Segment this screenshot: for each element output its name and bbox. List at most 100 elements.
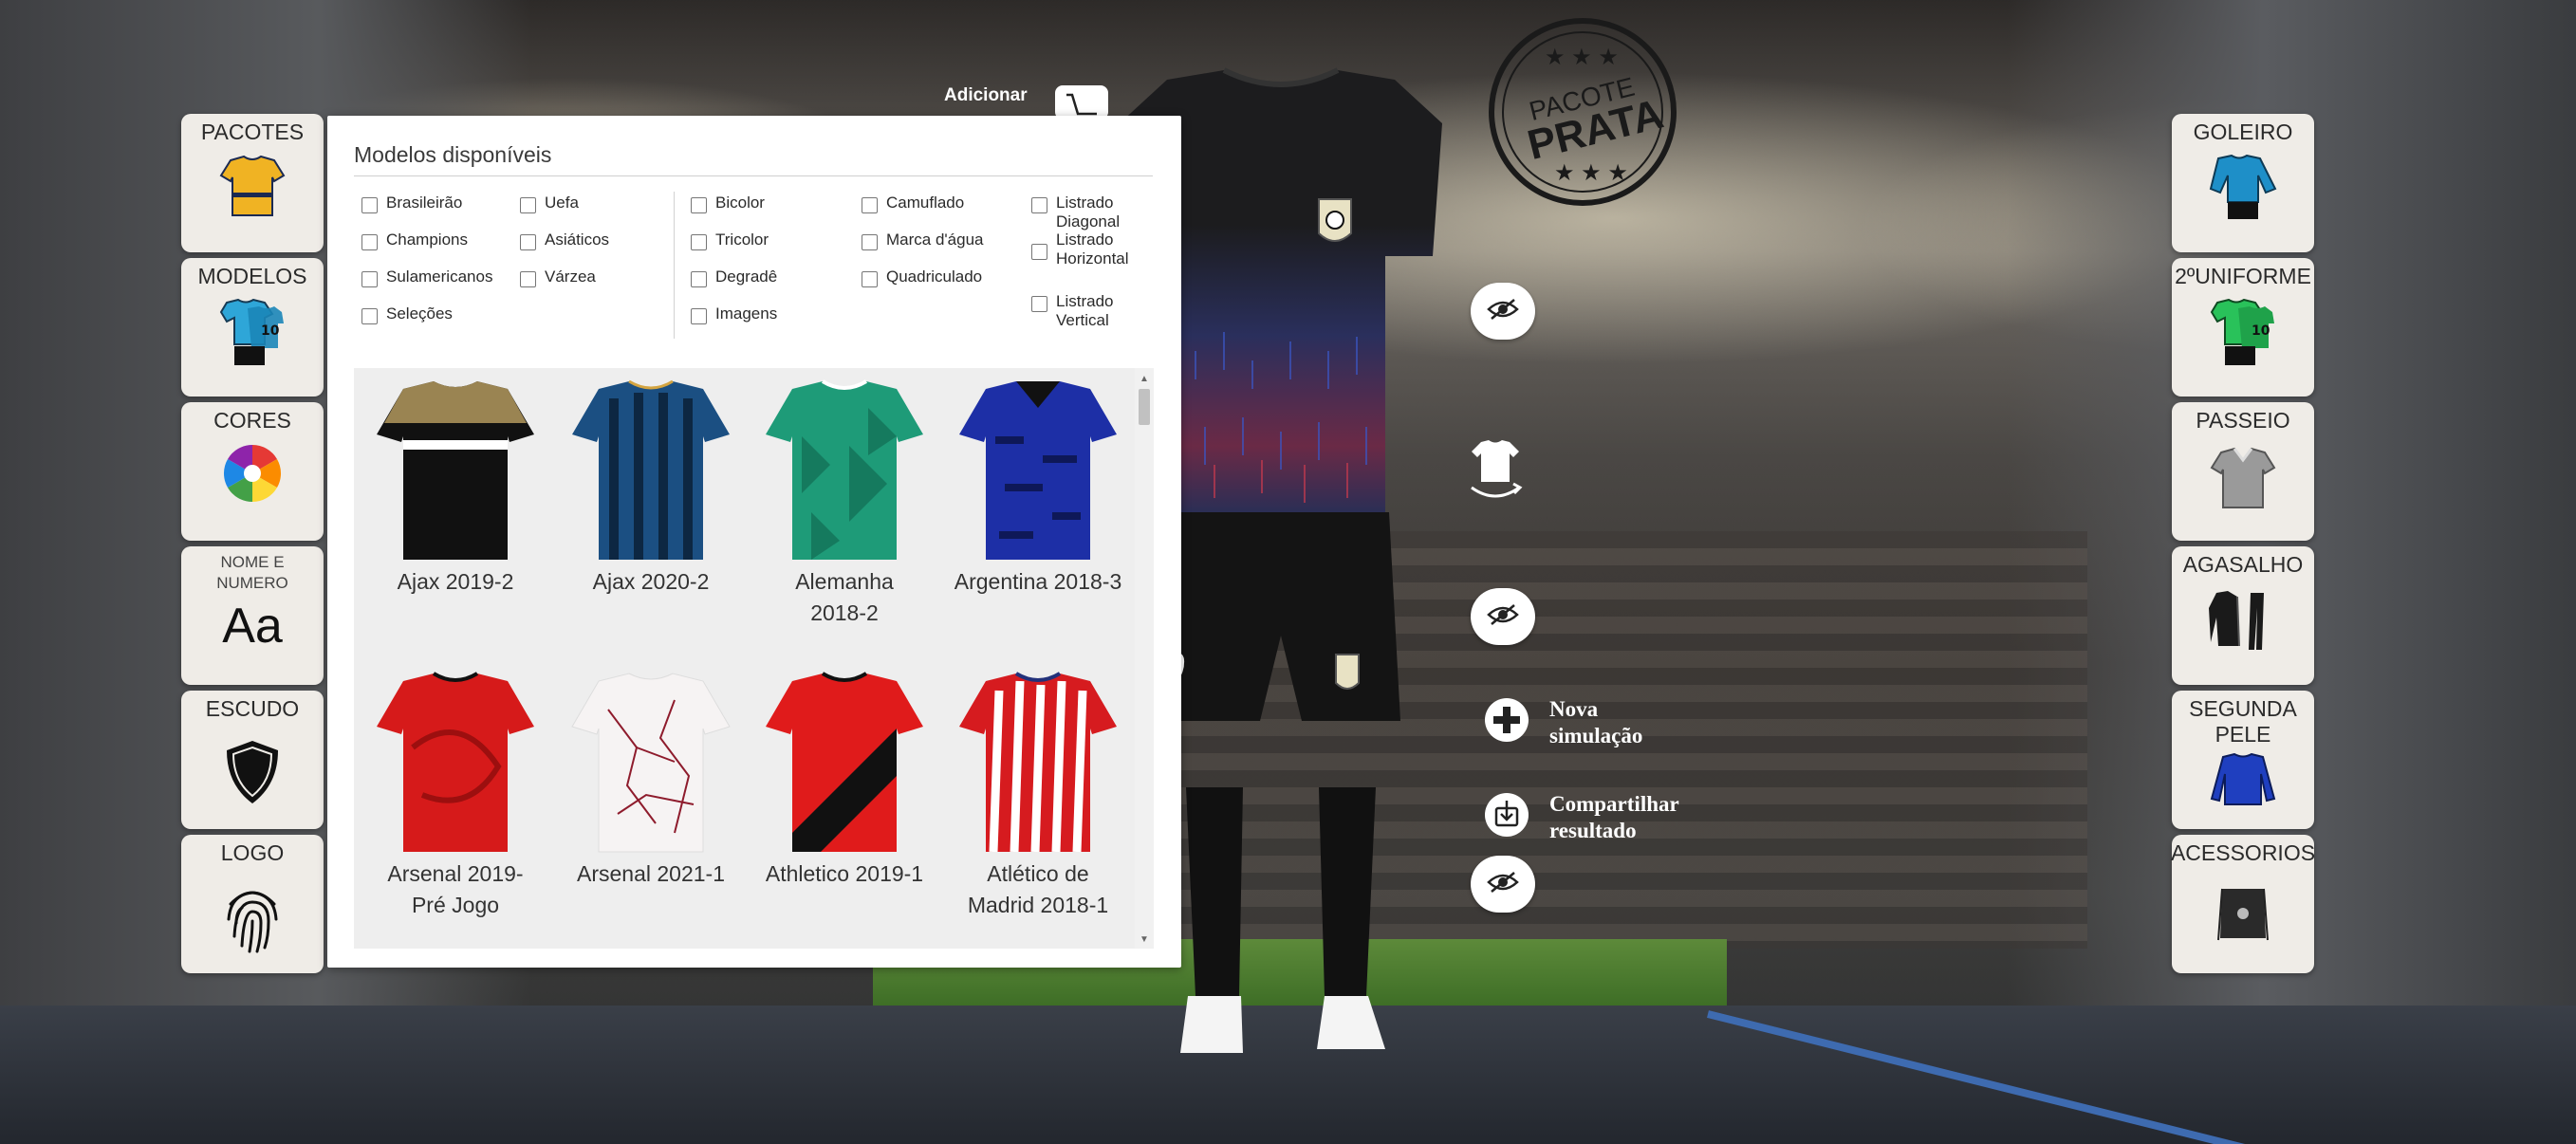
checkbox[interactable] bbox=[1031, 197, 1047, 213]
model-card-argentina-2018-3[interactable]: Argentina 2018-3 bbox=[948, 379, 1128, 598]
filter-varzea[interactable]: Várzea bbox=[520, 268, 596, 287]
filter-sulamericanos[interactable]: Sulamericanos bbox=[361, 268, 492, 287]
checkbox[interactable] bbox=[520, 197, 536, 213]
tracksuit-icon bbox=[2209, 589, 2277, 652]
add-to-cart-label[interactable]: Adicionar bbox=[944, 85, 1028, 106]
filter-asiaticos[interactable]: Asiáticos bbox=[520, 231, 609, 250]
tile-pacotes[interactable]: PACOTES bbox=[181, 114, 324, 252]
filter-label: Várzea bbox=[545, 268, 596, 286]
drawstring-bag-icon bbox=[2216, 883, 2270, 942]
checkbox[interactable] bbox=[520, 234, 536, 250]
filter-label: Degradê bbox=[715, 268, 778, 286]
filter-selecoes[interactable]: Seleções bbox=[361, 304, 453, 324]
panel-title: Modelos disponíveis bbox=[354, 142, 1153, 176]
checkbox[interactable] bbox=[520, 271, 536, 287]
model-name: Ajax 2020-2 bbox=[592, 569, 710, 594]
svg-text:★ ★ ★: ★ ★ ★ bbox=[1545, 45, 1619, 70]
eye-slash-icon bbox=[1487, 298, 1519, 325]
scroll-down-arrow-icon[interactable]: ▼ bbox=[1140, 934, 1149, 945]
checkbox[interactable] bbox=[862, 234, 878, 250]
filter-quadriculado[interactable]: Quadriculado bbox=[862, 268, 982, 287]
tile-nome-e-numero[interactable]: NOME E NUMERO Aa bbox=[181, 546, 324, 685]
toggle-shorts-visibility-button[interactable] bbox=[1471, 588, 1535, 645]
checkbox[interactable] bbox=[361, 234, 378, 250]
filter-listrado-diagonal[interactable]: Listrado Diagonal bbox=[1031, 194, 1168, 231]
model-name: Athletico 2019-1 bbox=[765, 861, 924, 886]
tile-2-uniforme[interactable]: 2ºUNIFORME 10 bbox=[2172, 258, 2314, 397]
checkbox[interactable] bbox=[1031, 296, 1047, 312]
tile-label: AGASALHO bbox=[2182, 552, 2304, 577]
checkbox[interactable] bbox=[361, 197, 378, 213]
model-card-atletico-de-madrid-2018-1[interactable]: Atlético de Madrid 2018-1 bbox=[948, 672, 1128, 921]
share-result-label: Compartilhar resultado bbox=[1549, 792, 1679, 842]
tile-acessorios[interactable]: ACESSORIOS bbox=[2171, 835, 2315, 973]
filter-marca-dagua[interactable]: Marca d'água bbox=[862, 231, 983, 250]
fingerprint-icon bbox=[223, 881, 282, 953]
new-simulation-button[interactable]: Nova simulação bbox=[1483, 696, 1673, 749]
filter-label: Listrado Diagonal bbox=[1056, 194, 1121, 231]
checkbox[interactable] bbox=[691, 234, 707, 250]
scroll-thumb[interactable] bbox=[1139, 389, 1150, 425]
checkbox[interactable] bbox=[862, 197, 878, 213]
checkbox[interactable] bbox=[691, 197, 707, 213]
tile-segunda-pele[interactable]: SEGUNDA PELE bbox=[2172, 691, 2314, 829]
tile-modelos[interactable]: MODELOS 10 bbox=[181, 258, 324, 397]
jersey-thumbnail bbox=[766, 672, 923, 852]
filter-bicolor[interactable]: Bicolor bbox=[691, 194, 765, 213]
filter-label: Champions bbox=[386, 231, 468, 249]
compression-shirt-icon bbox=[2210, 753, 2276, 806]
checkbox[interactable] bbox=[361, 271, 378, 287]
jersey-thumbnail bbox=[377, 381, 534, 560]
filter-label: Brasileirão bbox=[386, 194, 463, 212]
filter-label: Camuflado bbox=[886, 194, 965, 212]
tile-passeio[interactable]: PASSEIO bbox=[2172, 402, 2314, 541]
tile-cores[interactable]: CORES bbox=[181, 402, 324, 541]
models-grid: Ajax 2019-2 Ajax 2020-2 Alemanha 2018-2 bbox=[354, 368, 1154, 949]
shield-icon bbox=[223, 739, 282, 805]
checkbox[interactable] bbox=[361, 308, 378, 324]
model-card-athletico-2019-1[interactable]: Athletico 2019-1 bbox=[754, 672, 935, 890]
checkbox[interactable] bbox=[862, 271, 878, 287]
model-card-ajax-2019-2[interactable]: Ajax 2019-2 bbox=[365, 379, 546, 598]
model-card-ajax-2020-2[interactable]: Ajax 2020-2 bbox=[561, 379, 741, 598]
plus-circle-icon bbox=[1483, 696, 1530, 744]
models-scrollbar[interactable]: ▲ ▼ bbox=[1135, 368, 1154, 949]
model-name: Arsenal 2019-Pré Jogo bbox=[387, 861, 524, 917]
toggle-shirt-visibility-button[interactable] bbox=[1471, 283, 1535, 340]
tile-goleiro[interactable]: GOLEIRO bbox=[2172, 114, 2314, 252]
tile-label: 2ºUNIFORME bbox=[2175, 264, 2311, 288]
filter-imagens[interactable]: Imagens bbox=[691, 304, 777, 324]
tile-label: PASSEIO bbox=[2196, 408, 2290, 433]
filter-champions[interactable]: Champions bbox=[361, 231, 468, 250]
model-card-alemanha-2018-2[interactable]: Alemanha 2018-2 bbox=[754, 379, 935, 629]
rotate-kit-icon[interactable] bbox=[1466, 436, 1525, 503]
svg-text:★ ★ ★: ★ ★ ★ bbox=[1554, 160, 1628, 186]
font-aa-icon: Aa bbox=[222, 599, 283, 654]
checkbox[interactable] bbox=[691, 308, 707, 324]
jersey-thumbnail bbox=[572, 379, 730, 560]
checkbox[interactable] bbox=[1031, 244, 1047, 260]
tile-agasalho[interactable]: AGASALHO bbox=[2172, 546, 2314, 685]
toggle-socks-visibility-button[interactable] bbox=[1471, 856, 1535, 913]
filter-uefa[interactable]: Uefa bbox=[520, 194, 579, 213]
tile-logo[interactable]: LOGO bbox=[181, 835, 324, 973]
model-card-arsenal-2019-pre-jogo[interactable]: Arsenal 2019-Pré Jogo bbox=[365, 672, 546, 921]
share-result-button[interactable]: Compartilhar resultado bbox=[1483, 791, 1739, 844]
filter-degrade[interactable]: Degradê bbox=[691, 268, 777, 287]
eye-slash-icon bbox=[1487, 603, 1519, 631]
package-badge: ★ ★ ★ ★ ★ ★ PACOTE PRATA bbox=[1480, 9, 1689, 218]
svg-text:10: 10 bbox=[2252, 323, 2270, 339]
filter-listrado-horizontal[interactable]: Listrado Horizontal bbox=[1031, 231, 1164, 268]
scroll-up-arrow-icon[interactable]: ▲ bbox=[1140, 374, 1149, 384]
tile-label: PACOTES bbox=[200, 120, 305, 144]
filter-label: Listrado Horizontal bbox=[1056, 231, 1129, 268]
tile-label: NOME E NUMERO bbox=[216, 553, 288, 592]
filter-tricolor[interactable]: Tricolor bbox=[691, 231, 769, 250]
jersey-thumbnail bbox=[766, 379, 923, 560]
model-card-arsenal-2021-1[interactable]: Arsenal 2021-1 bbox=[561, 672, 741, 890]
tile-escudo[interactable]: ESCUDO bbox=[181, 691, 324, 829]
filter-listrado-vertical[interactable]: Listrado Vertical bbox=[1031, 292, 1168, 330]
checkbox[interactable] bbox=[691, 271, 707, 287]
filter-brasileirao[interactable]: Brasileirão bbox=[361, 194, 462, 213]
filter-camuflado[interactable]: Camuflado bbox=[862, 194, 964, 213]
